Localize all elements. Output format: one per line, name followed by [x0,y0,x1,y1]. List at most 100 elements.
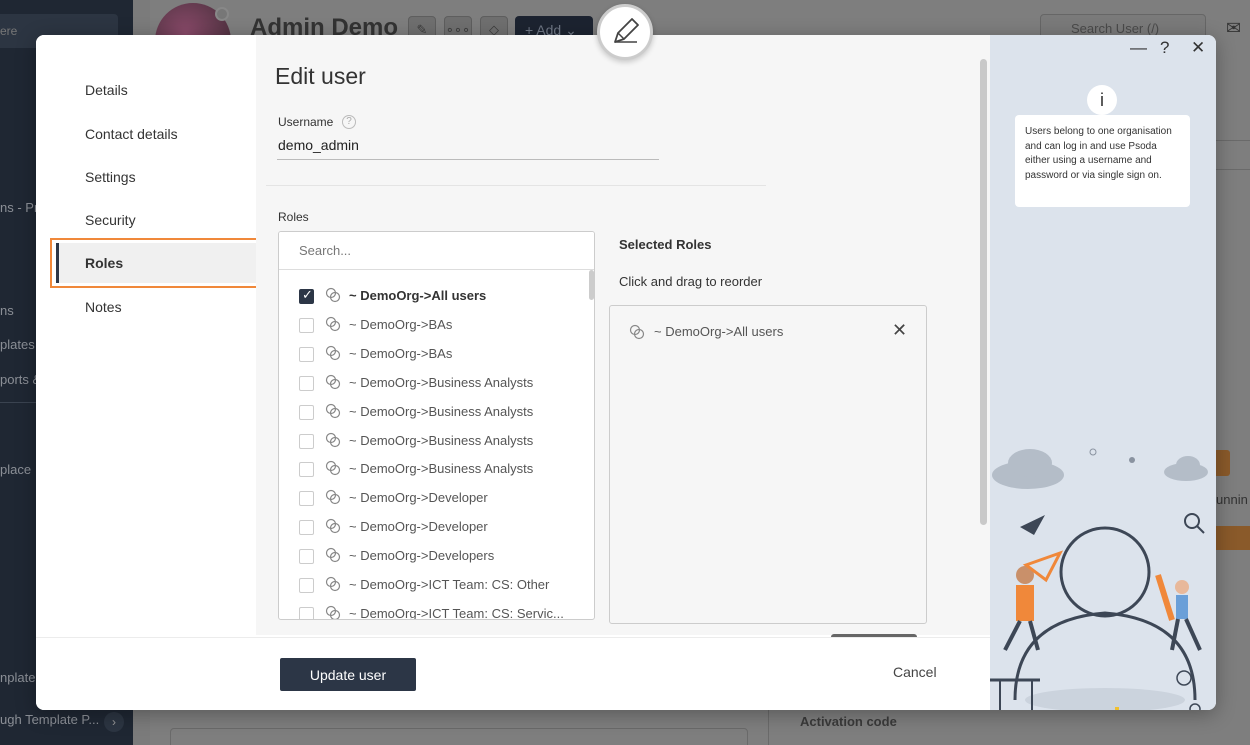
role-label: ~ DemoOrg->Developer [349,490,488,506]
background-field [170,728,748,745]
role-option[interactable]: ~ DemoOrg->ICT Team: CS: Servic... [299,604,584,620]
nav-item-contact-details[interactable]: Contact details [85,126,178,142]
role-checkbox[interactable] [299,520,314,536]
role-icon [325,605,341,619]
edit-mode-badge [597,4,653,60]
nav-item-notes[interactable]: Notes [85,299,122,315]
selected-roles-title: Selected Roles [619,237,712,252]
role-label: ~ DemoOrg->Business Analysts [349,403,534,419]
roles-search-input[interactable] [279,232,594,270]
help-panel: — ? ✕ i Users belong to one organisation… [990,35,1216,710]
role-label: ~ DemoOrg->ICT Team: CS: Servic... [349,605,564,620]
activation-code-label: Activation code [800,714,897,729]
role-icon [325,576,341,592]
modal-title: Edit user [275,63,366,89]
role-label: ~ DemoOrg->Business Analysts [349,432,534,448]
role-checkbox[interactable] [299,375,314,391]
role-icon [325,403,341,418]
modal-footer: Update user Cancel [36,637,990,710]
edit-user-modal: Details Contact details Settings Securit… [36,35,1216,710]
role-icon [325,547,341,563]
sidebar-item[interactable]: ns [0,303,14,318]
role-icon [325,432,341,447]
role-checkbox[interactable] [299,462,314,478]
content-scrollbar[interactable] [980,59,987,525]
help-icon[interactable]: ? [1160,38,1169,58]
role-checkbox[interactable] [299,578,314,593]
role-option[interactable]: ~ DemoOrg->Business Analysts [299,431,584,451]
background-text: unnin [1216,492,1248,507]
selected-roles-list: ~ DemoOrg->All users ✕ [609,305,927,624]
selected-role-label: ~ DemoOrg->All users [654,324,784,339]
role-icon [325,287,341,303]
role-checkbox[interactable] [299,317,314,333]
role-checkbox[interactable] [299,287,314,304]
role-label: ~ DemoOrg->Developers [349,548,495,564]
role-label: ~ DemoOrg->BAs [349,345,453,361]
roles-picker: ~ DemoOrg->All users ~ DemoOrg->BAs ~ Demo… [278,231,595,620]
sidebar-item[interactable]: ugh Template P... [0,712,99,727]
chevron-right-icon[interactable]: › [104,712,124,732]
role-label: ~ DemoOrg->Developer [349,519,488,535]
sidebar-item[interactable]: ports & [0,372,41,387]
status-dot [215,7,229,21]
role-icon [325,461,341,476]
role-checkbox[interactable] [299,404,314,420]
role-icon [325,345,341,360]
background-button[interactable] [1215,526,1250,550]
role-option[interactable]: ~ DemoOrg->Business Analysts [299,373,584,393]
roles-scrollbar[interactable] [589,270,594,300]
mail-icon[interactable]: ✉ [1226,18,1241,39]
update-user-button[interactable]: Update user [280,658,416,691]
nav-item-settings[interactable]: Settings [85,169,136,185]
role-checkbox[interactable] [299,346,314,362]
team-illustration [990,448,1208,710]
username-field[interactable]: demo_admin [278,137,359,153]
section-divider [266,185,766,186]
role-option[interactable]: ~ DemoOrg->ICT Team: CS: Other [299,575,584,595]
minimize-icon[interactable]: — [1130,38,1147,58]
role-checkbox[interactable] [299,433,314,449]
role-label: ~ DemoOrg->BAs [349,316,453,332]
role-icon [325,316,341,331]
role-label: ~ DemoOrg->Business Analysts [349,461,534,477]
username-underline [277,159,659,160]
background-tab-strip [1215,140,1250,170]
nav-item-roles[interactable]: Roles [85,255,123,271]
role-checkbox[interactable] [299,549,314,565]
pencil-icon [614,18,639,43]
divider [768,710,769,745]
role-icon [325,519,341,534]
role-label: ~ DemoOrg->Business Analysts [349,374,534,390]
username-label: Username [278,115,334,129]
nav-item-security[interactable]: Security [85,212,136,228]
info-icon: i [1087,85,1117,115]
role-option[interactable]: ~ DemoOrg->Business Analysts [299,402,584,422]
roles-label: Roles [278,210,309,224]
modal-content: Edit user Username ? demo_admin Roles ~ … [256,35,990,638]
info-card: Users belong to one organisation and can… [1015,115,1190,207]
role-option[interactable]: ~ DemoOrg->Developers [299,546,584,566]
role-option[interactable]: ~ DemoOrg->BAs [299,315,584,335]
selected-roles-hint: Click and drag to reorder [619,274,763,289]
close-icon[interactable]: ✕ [892,320,907,341]
close-icon[interactable]: ✕ [1191,38,1205,58]
role-checkbox[interactable] [299,606,314,619]
role-label: ~ DemoOrg->ICT Team: CS: Other [349,577,550,592]
help-icon[interactable]: ? [342,115,356,129]
role-icon [629,324,645,340]
role-option[interactable]: ~ DemoOrg->Developer [299,488,584,508]
role-label: ~ DemoOrg->All users [349,288,487,303]
cancel-button[interactable]: Cancel [893,664,937,680]
role-option[interactable]: ~ DemoOrg->All users [299,286,584,306]
role-option[interactable]: ~ DemoOrg->Developer [299,517,584,537]
role-option[interactable]: ~ DemoOrg->Business Analysts [299,459,584,479]
sidebar-item[interactable]: plates [0,337,35,352]
sidebar-item[interactable]: place [0,462,31,477]
role-checkbox[interactable] [299,491,314,507]
role-icon [325,490,341,505]
role-icon [325,374,341,389]
nav-item-details[interactable]: Details [85,82,128,98]
modal-nav: Details Contact details Settings Securit… [36,35,261,635]
role-option[interactable]: ~ DemoOrg->BAs [299,344,584,364]
